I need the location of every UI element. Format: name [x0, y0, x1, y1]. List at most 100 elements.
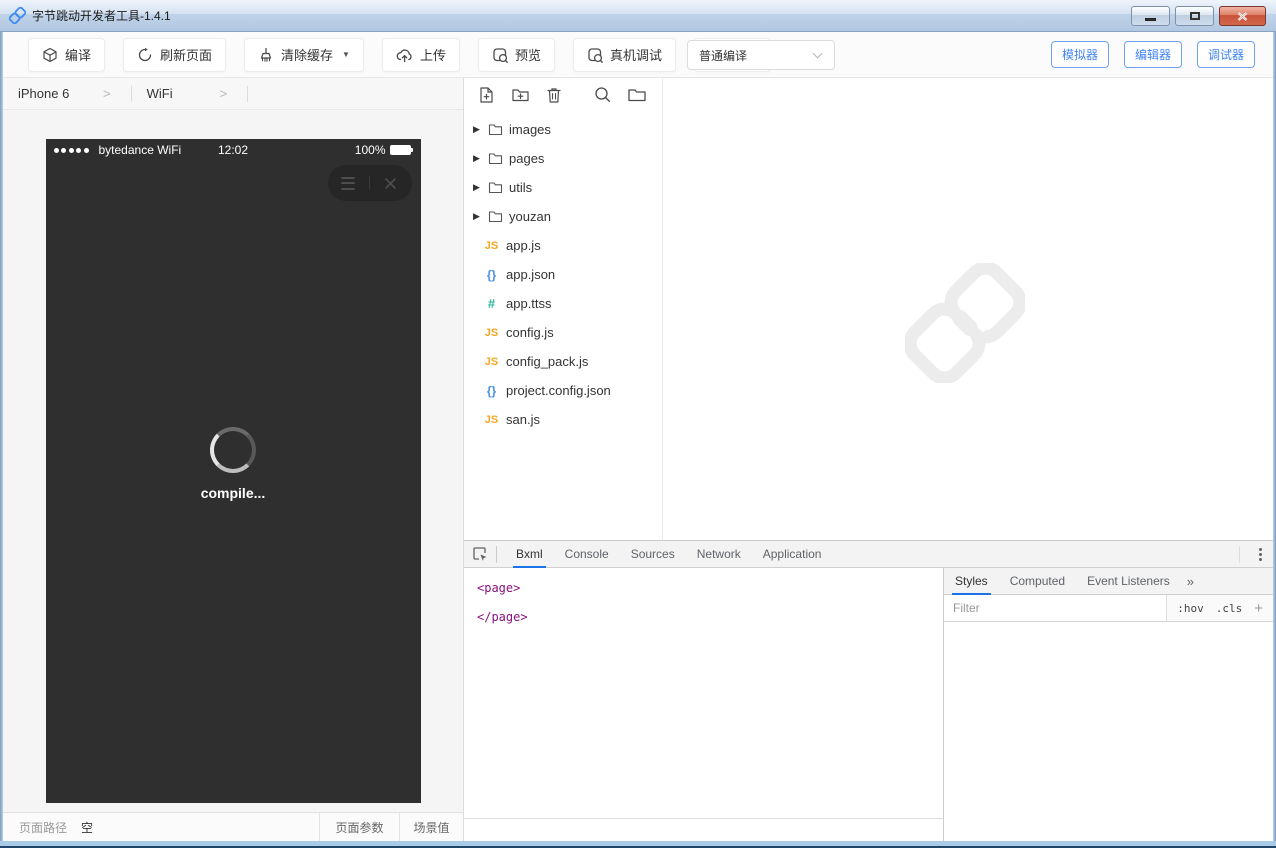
expand-triangle-icon[interactable]: ▶	[473, 124, 482, 135]
new-folder-icon	[511, 86, 530, 103]
folder-icon	[488, 210, 503, 223]
clear-cache-button[interactable]: 清除缓存 ▼	[244, 38, 364, 72]
broom-icon	[258, 47, 274, 63]
tree-file-config-pack-js[interactable]: JS config_pack.js	[464, 347, 662, 376]
debugger-toggle-button[interactable]: 调试器	[1197, 41, 1255, 68]
search-files-button[interactable]	[594, 86, 611, 103]
upload-button[interactable]: 上传	[382, 38, 460, 72]
file-name: config_pack.js	[506, 354, 588, 369]
tree-file-project-config-json[interactable]: {} project.config.json	[464, 376, 662, 405]
scene-value-label: 场景值	[413, 819, 449, 836]
phone-status-bar: bytedance WiFi 12:02 100%	[46, 139, 421, 161]
remote-debug-button[interactable]: 真机调试	[573, 38, 676, 72]
expand-triangle-icon[interactable]: ▶	[473, 153, 482, 164]
remote-debug-label: 真机调试	[610, 45, 662, 64]
hover-state-toggle[interactable]: :hov	[1177, 602, 1204, 615]
scene-value-tab[interactable]: 场景值	[399, 813, 463, 841]
simulator-toggle-button[interactable]: 模拟器	[1051, 41, 1109, 68]
tab-label: Sources	[631, 547, 675, 561]
tab-event-listeners[interactable]: Event Listeners	[1076, 568, 1181, 595]
trash-icon	[546, 86, 562, 104]
file-name: app.js	[506, 238, 541, 253]
tree-file-app-ttss[interactable]: # app.ttss	[464, 289, 662, 318]
refresh-page-button[interactable]: 刷新页面	[123, 38, 226, 72]
file-name: app.ttss	[506, 296, 552, 311]
js-file-icon: JS	[483, 327, 500, 339]
file-name: app.json	[506, 267, 555, 282]
bxml-code[interactable]: <page> </page>	[464, 568, 943, 632]
devtools-panel: Bxml Console Sources Network Application…	[464, 540, 1273, 841]
compile-label: 编译	[65, 45, 91, 64]
debugger-toggle-label: 调试器	[1208, 46, 1244, 63]
new-folder-button[interactable]	[511, 86, 530, 103]
tree-file-config-js[interactable]: JS config.js	[464, 318, 662, 347]
styles-filter-input[interactable]	[944, 595, 1166, 621]
code-line[interactable]: </page>	[477, 603, 943, 632]
tree-folder-utils[interactable]: ▶ utils	[464, 173, 662, 202]
battery-icon	[390, 145, 413, 155]
inspect-element-button[interactable]	[464, 546, 496, 562]
compile-mode-select[interactable]: 普通编译	[687, 40, 835, 70]
compile-mode-value: 普通编译	[699, 47, 747, 64]
more-tabs-chevrons-icon[interactable]: »	[1181, 574, 1200, 589]
devtools-tab-sources[interactable]: Sources	[620, 541, 686, 568]
devtools-tab-console[interactable]: Console	[554, 541, 620, 568]
preview-button[interactable]: 预览	[478, 38, 555, 72]
file-name: config.js	[506, 325, 554, 340]
minimize-button[interactable]	[1131, 6, 1170, 26]
divider	[369, 176, 370, 190]
maximize-button[interactable]	[1175, 6, 1214, 26]
tree-folder-youzan[interactable]: ▶ youzan	[464, 202, 662, 231]
inspect-cursor-icon	[472, 546, 488, 562]
class-toggle[interactable]: .cls	[1216, 602, 1243, 615]
page-path-label: 页面路径	[19, 819, 67, 836]
styles-tab-bar: Styles Computed Event Listeners »	[944, 568, 1273, 595]
close-icon	[1237, 12, 1248, 21]
simulator-status-bar: 页面路径 空 页面参数 场景值	[3, 812, 463, 841]
divider	[1239, 546, 1240, 563]
new-style-rule-button[interactable]: +	[1254, 600, 1263, 617]
folder-icon	[488, 123, 503, 136]
devtools-tab-network[interactable]: Network	[686, 541, 752, 568]
tree-folder-pages[interactable]: ▶ pages	[464, 144, 662, 173]
js-file-icon: JS	[483, 240, 500, 252]
page-params-tab[interactable]: 页面参数	[319, 813, 399, 841]
divider	[131, 86, 132, 102]
expand-triangle-icon[interactable]: ▶	[473, 182, 482, 193]
menu-icon[interactable]	[341, 177, 355, 190]
devtools-tab-application[interactable]: Application	[752, 541, 833, 568]
file-tree-toolbar	[464, 78, 662, 111]
tab-styles[interactable]: Styles	[944, 568, 999, 595]
new-file-button[interactable]	[478, 86, 495, 104]
editor-toggle-label: 编辑器	[1135, 46, 1171, 63]
close-miniapp-icon[interactable]	[383, 176, 398, 191]
tree-folder-images[interactable]: ▶ images	[464, 115, 662, 144]
qr-preview-icon	[492, 47, 508, 63]
editor-toggle-button[interactable]: 编辑器	[1124, 41, 1182, 68]
tree-file-app-js[interactable]: JS app.js	[464, 231, 662, 260]
editor-preview-panel	[663, 78, 1273, 540]
tab-label: Console	[565, 547, 609, 561]
device-select[interactable]: iPhone 6	[18, 86, 103, 101]
close-button[interactable]	[1219, 6, 1266, 26]
loading-spinner	[210, 427, 256, 473]
tab-computed[interactable]: Computed	[999, 568, 1076, 595]
devtools-menu-button[interactable]	[1259, 548, 1262, 561]
tab-label: Network	[697, 547, 741, 561]
refresh-label: 刷新页面	[160, 45, 212, 64]
tree-file-san-js[interactable]: JS san.js	[464, 405, 662, 434]
devtools-tab-bxml[interactable]: Bxml	[505, 541, 554, 568]
new-file-icon	[478, 86, 495, 104]
bxml-inspector-pane: <page> </page>	[464, 568, 943, 841]
open-folder-button[interactable]	[627, 86, 647, 103]
network-select[interactable]: WiFi	[147, 86, 220, 101]
expand-triangle-icon[interactable]: ▶	[473, 211, 482, 222]
tab-label: Application	[763, 547, 822, 561]
code-line[interactable]: <page>	[477, 574, 943, 603]
tab-label: Styles	[955, 574, 988, 588]
compile-button[interactable]: 编译	[28, 38, 105, 72]
qr-debug-icon	[587, 47, 603, 63]
devtools-tab-bar: Bxml Console Sources Network Application	[464, 541, 1273, 568]
tree-file-app-json[interactable]: {} app.json	[464, 260, 662, 289]
delete-file-button[interactable]	[546, 86, 562, 104]
